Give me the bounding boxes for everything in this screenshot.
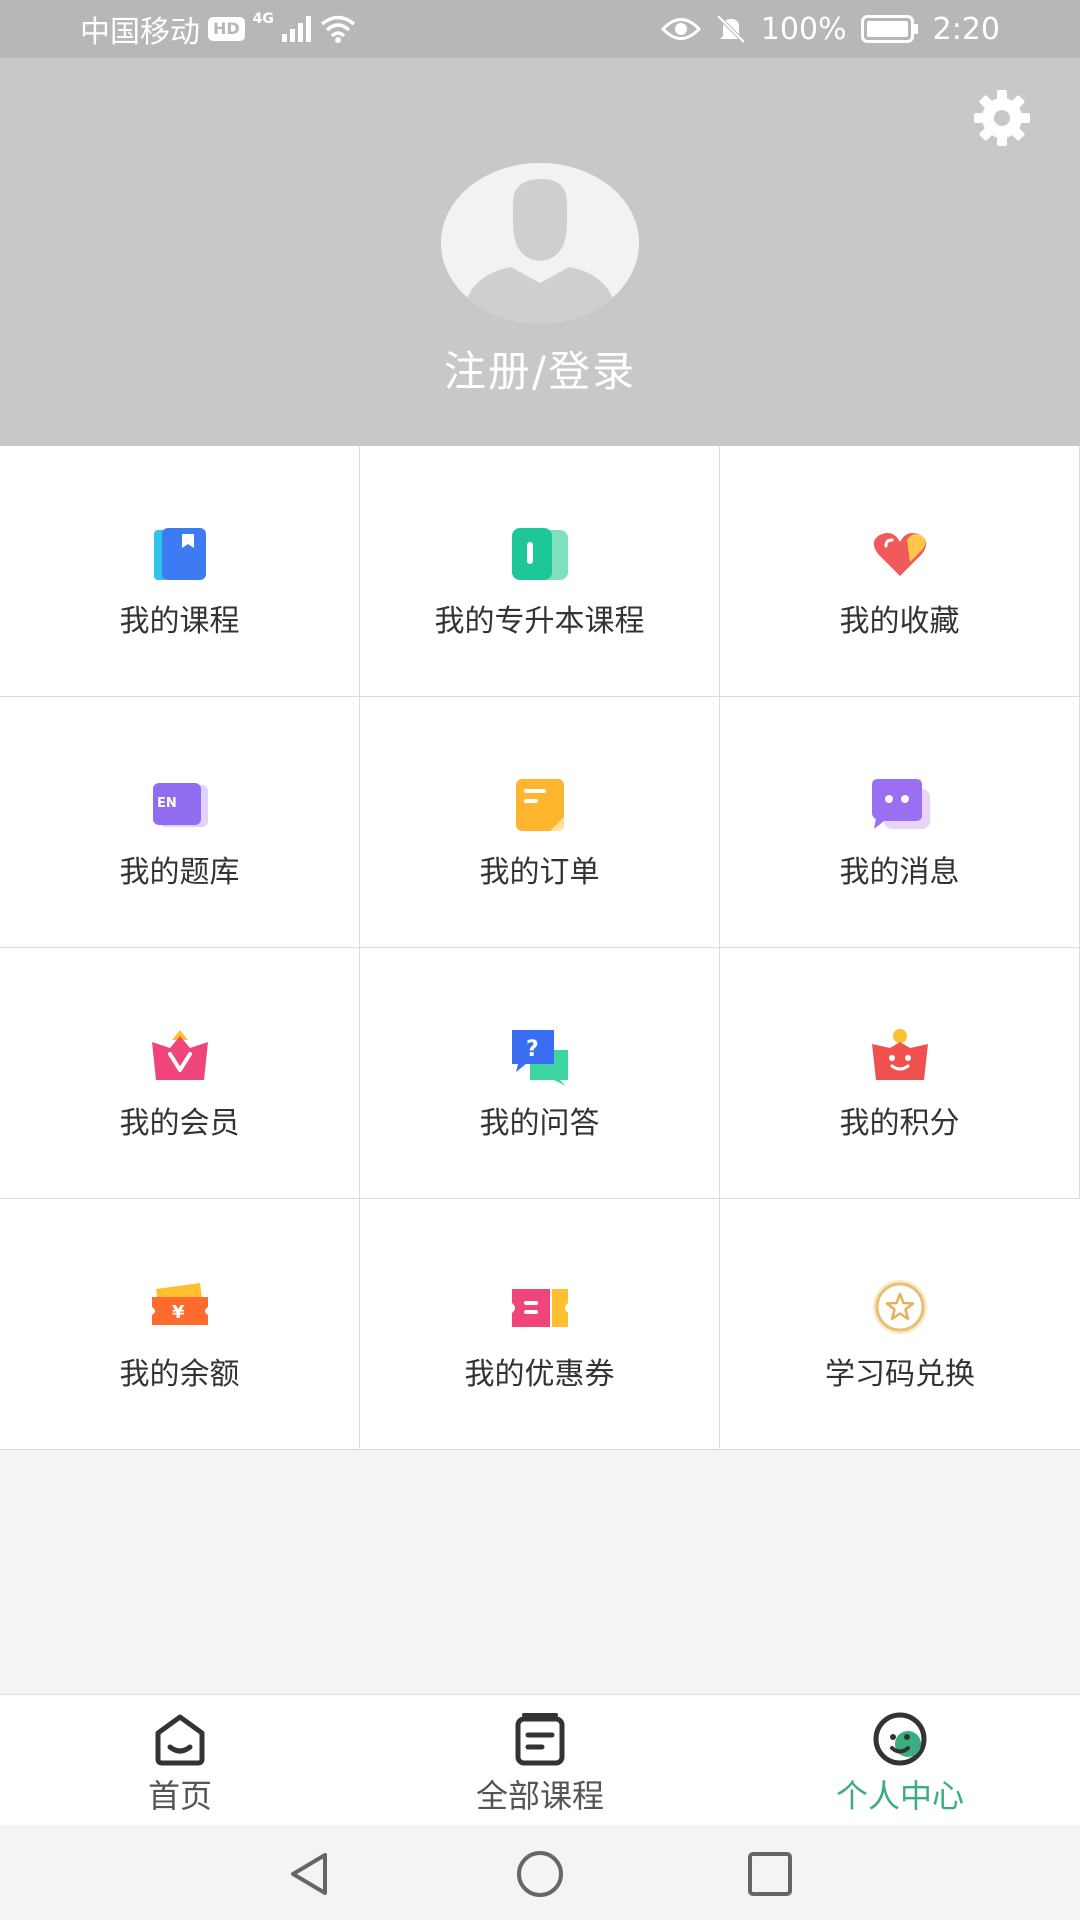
clock: 2:20 [932,11,1000,47]
menu-item-points[interactable]: 我的积分 [720,948,1080,1199]
recents-square-icon[interactable] [745,1849,795,1899]
menu-item-label: 我的题库 [119,855,240,890]
tab-home[interactable]: 首页 [0,1695,360,1825]
heart-icon [873,533,927,576]
carrier-name: 中国移动 [80,15,200,50]
menu-item-coupons[interactable]: 我的优惠券 [360,1199,720,1450]
book-icon [154,528,206,580]
profile-face-icon [873,1712,927,1766]
menu-item-upgrade-courses[interactable]: 我的专升本课程 [360,446,720,697]
menu-item-label: 我的积分 [839,1106,960,1141]
menu-item-qa[interactable]: ? 我的问答 [360,948,720,1199]
menu-grid: 我的课程 我的专升本课程 我的收藏 EN 我的题库 我的订单 我的消息 我的会员… [0,446,1080,1450]
status-left: 中国移动 HD 4G [80,0,356,58]
battery-percent: 100% [760,11,847,47]
profile-header: 注册/登录 [0,58,1080,446]
menu-item-redeem-code[interactable]: 学习码兑换 [720,1199,1080,1450]
vip-crown-icon [152,1030,208,1080]
status-bar: 中国移动 HD 4G 100% 2:20 [0,0,1080,58]
menu-item-label: 我的优惠券 [464,1357,615,1392]
courses-icon [515,1713,565,1766]
menu-item-label: 我的收藏 [839,604,960,639]
menu-item-my-courses[interactable]: 我的课程 [0,446,360,697]
hd-badge: HD [208,17,245,41]
menu-item-orders[interactable]: 我的订单 [360,697,720,948]
mute-bell-icon [716,14,746,44]
points-basket-icon [872,1029,928,1080]
menu-item-balance[interactable]: ¥ 我的余额 [0,1199,360,1450]
login-register-link[interactable]: 注册/登录 [0,338,1080,399]
svg-text:¥: ¥ [172,1302,185,1323]
home-circle-icon[interactable] [515,1849,565,1899]
wifi-icon [320,15,356,43]
order-note-icon [516,779,564,831]
settings-gear-icon[interactable] [970,86,1034,150]
menu-item-label: 我的余额 [119,1357,240,1392]
menu-item-membership[interactable]: 我的会员 [0,948,360,1199]
menu-item-label: 学习码兑换 [825,1357,975,1392]
tab-label: 全部课程 [475,1777,604,1815]
open-book-icon [512,528,568,580]
signal-icon [281,16,311,42]
menu-item-label: 我的订单 [479,855,600,890]
menu-item-label: 我的会员 [119,1106,240,1141]
tab-label: 个人中心 [835,1777,964,1815]
bottom-nav: 首页 全部课程 个人中心 [0,1694,1080,1825]
menu-item-label: 我的专升本课程 [434,604,645,639]
eye-icon [660,18,701,40]
question-bank-icon: EN [153,783,208,827]
tab-profile[interactable]: 个人中心 [720,1695,1080,1825]
avatar-silhouette-icon [441,163,639,323]
avatar[interactable] [441,163,639,323]
star-coin-icon [873,1280,927,1334]
message-icon [872,779,930,829]
menu-item-label: 我的课程 [119,604,240,639]
menu-item-question-bank[interactable]: EN 我的题库 [0,697,360,948]
status-right: 100% 2:20 [660,0,1000,58]
menu-item-label: 我的问答 [479,1106,600,1141]
balance-wallet-icon: ¥ [152,1283,208,1325]
menu-item-messages[interactable]: 我的消息 [720,697,1080,948]
menu-item-favorites[interactable]: 我的收藏 [720,446,1080,697]
tab-label: 首页 [147,1777,212,1815]
qa-chat-icon: ? [512,1030,568,1086]
tab-all-courses[interactable]: 全部课程 [360,1695,720,1825]
svg-text:EN: EN [157,796,177,811]
home-icon [155,1714,205,1766]
svg-text:?: ? [526,1037,539,1062]
battery-icon [860,15,918,43]
back-triangle-icon[interactable] [285,1849,335,1899]
menu-item-label: 我的消息 [839,855,960,890]
network-type: 4G [252,11,274,27]
system-nav-bar [0,1825,1080,1920]
coupon-ticket-icon [512,1289,568,1327]
